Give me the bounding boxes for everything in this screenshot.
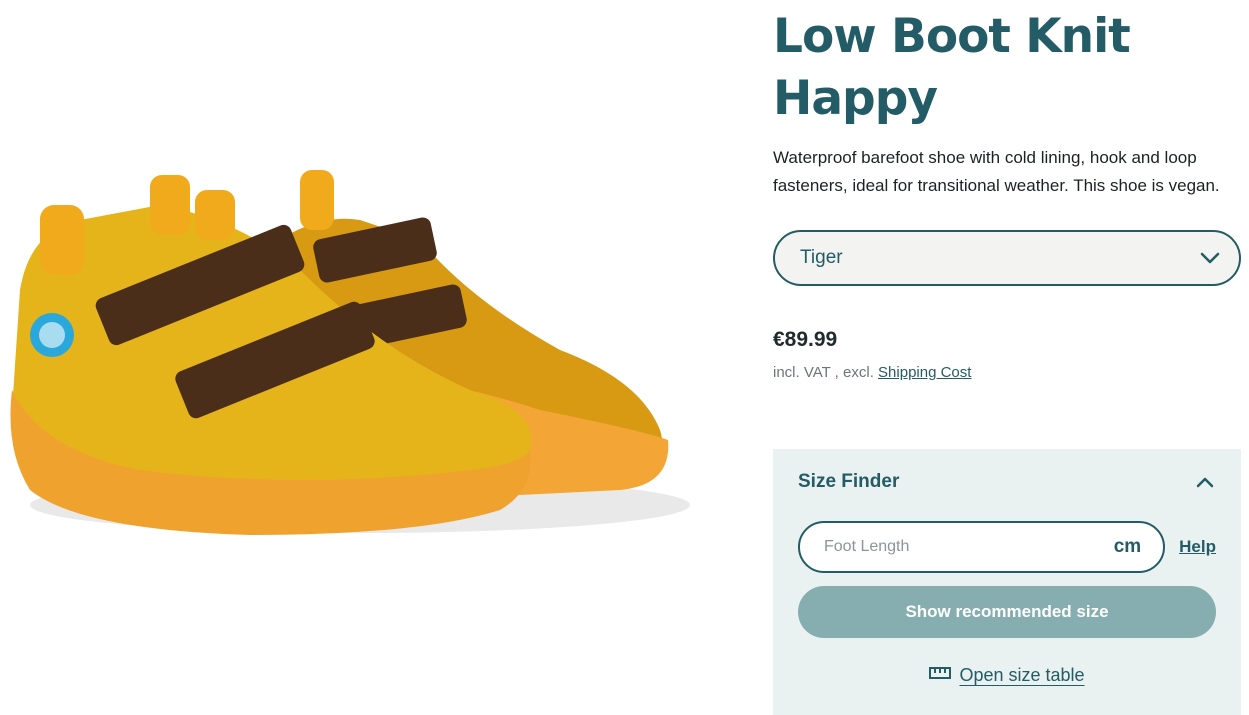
variant-select[interactable]: Tiger: [773, 230, 1241, 286]
chevron-down-icon: [1199, 247, 1221, 269]
product-title: Low Boot Knit Happy: [773, 6, 1241, 130]
size-finder-panel: Size Finder cm Help Show recommended siz…: [773, 449, 1241, 715]
price-note: incl. VAT , excl. Shipping Cost: [773, 364, 1241, 381]
product-title-line2: Happy: [773, 71, 938, 126]
open-size-table-link[interactable]: Open size table: [773, 665, 1241, 686]
product-description: Waterproof barefoot shoe with cold linin…: [773, 148, 1220, 195]
product-title-line1: Low Boot Knit: [773, 9, 1131, 64]
ruler-icon: [929, 666, 952, 685]
product-info-panel: Low Boot Knit Happy Waterproof barefoot …: [773, 0, 1241, 715]
help-link[interactable]: Help: [1179, 537, 1216, 557]
size-finder-title: Size Finder: [798, 471, 900, 492]
product-price: €89.99: [773, 328, 838, 351]
price-note-text: incl. VAT , excl.: [773, 364, 874, 381]
foot-length-row: cm Help: [798, 521, 1216, 573]
size-finder-toggle[interactable]: Size Finder: [798, 471, 1216, 493]
shipping-cost-link[interactable]: Shipping Cost: [878, 364, 971, 381]
foot-length-input[interactable]: [824, 538, 1084, 556]
foot-length-field[interactable]: cm: [798, 521, 1166, 573]
unit-label: cm: [1113, 536, 1142, 557]
show-recommended-size-button[interactable]: Show recommended size: [798, 586, 1216, 638]
variant-selected-value: Tiger: [800, 247, 843, 268]
product-image-area: [0, 0, 740, 715]
chevron-up-icon: [1194, 471, 1216, 493]
product-image: [10, 170, 690, 535]
open-size-table-label: Open size table: [959, 665, 1085, 685]
